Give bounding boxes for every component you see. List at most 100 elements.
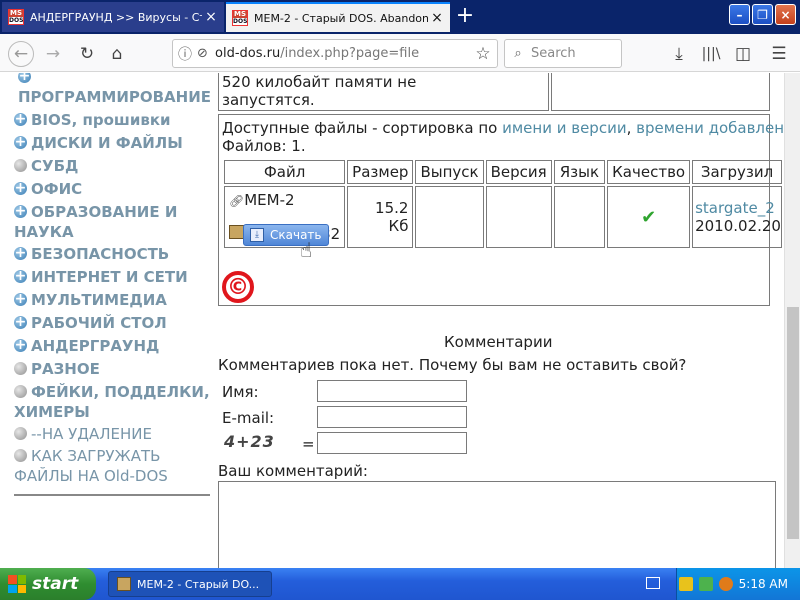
home-button[interactable]: ⌂ bbox=[104, 41, 130, 67]
sidebar-divider bbox=[14, 494, 210, 496]
search-tray-icon[interactable] bbox=[718, 577, 733, 591]
search-icon: ⌕ bbox=[514, 46, 522, 61]
sort-by-name-link[interactable]: имени и версии bbox=[502, 119, 626, 137]
sidebar-item-underground[interactable]: АНДЕРГРАУНД bbox=[14, 335, 210, 356]
expand-icon bbox=[14, 201, 27, 221]
comments-empty-text: Комментариев пока нет. Почему бы вам не … bbox=[218, 356, 687, 374]
menu-icon[interactable]: ☰ bbox=[766, 41, 792, 67]
url-text[interactable]: old-dos.ru/index.php?page=file bbox=[215, 46, 469, 61]
email-label: E-mail: bbox=[222, 409, 275, 427]
sidebar-item-office[interactable]: ОФИС bbox=[14, 178, 210, 199]
language-cell bbox=[553, 186, 606, 248]
forward-button[interactable]: → bbox=[40, 41, 66, 67]
name-field[interactable] bbox=[317, 380, 467, 402]
column-header: Загрузил bbox=[692, 160, 782, 184]
sidebar-item-how-to-upload[interactable]: КАК ЗАГРУЖАТЬ ФАЙЛЫ НА Old-DOS bbox=[14, 446, 210, 486]
sidebar-item-desktop[interactable]: РАБОЧИЙ СТОЛ bbox=[14, 312, 210, 333]
column-header: Файл bbox=[224, 160, 346, 184]
address-bar[interactable]: ⓘ ⊘ old-dos.ru/index.php?page=file ☆ bbox=[172, 39, 498, 68]
size-cell: 15.2 Кб bbox=[347, 186, 414, 248]
system-tray: 5:18 AM bbox=[676, 568, 800, 600]
files-count: Файлов: 1. bbox=[222, 137, 306, 155]
bullet-icon bbox=[14, 427, 27, 440]
info-icon[interactable]: ⓘ bbox=[173, 44, 197, 64]
bullet-icon bbox=[14, 449, 27, 462]
search-bar[interactable]: ⌕ Search bbox=[504, 39, 622, 68]
sidebar-item-education[interactable]: ОБРАЗОВАНИЕ ИНАУКА bbox=[14, 201, 210, 242]
sidebar-item-misc[interactable]: РАЗНОЕ bbox=[14, 359, 210, 379]
new-tab-button[interactable]: + bbox=[452, 4, 478, 30]
tab-andergraund[interactable]: MS DOS АНДЕРГРАУНД >> Вирусы - Стр × bbox=[2, 2, 224, 32]
maximize-button[interactable]: ❐ bbox=[752, 4, 773, 25]
clock[interactable]: 5:18 AM bbox=[739, 577, 788, 591]
uploader-link[interactable]: stargate_2 bbox=[695, 199, 775, 217]
comment-textarea[interactable] bbox=[218, 481, 776, 568]
sort-by-time-link[interactable]: времени добавления bbox=[636, 119, 784, 137]
captcha-equals: = bbox=[302, 435, 315, 453]
link-icon: 🔗︎ bbox=[229, 194, 245, 208]
download-button[interactable]: ⤓ Скачать bbox=[243, 224, 329, 246]
quality-check-icon: ✔ bbox=[607, 186, 691, 248]
security-shield-icon[interactable] bbox=[678, 577, 693, 591]
expand-icon[interactable] bbox=[18, 73, 32, 87]
downloads-icon[interactable]: ⤓ bbox=[666, 41, 692, 67]
expand-icon bbox=[14, 132, 27, 152]
bullet-icon bbox=[14, 362, 27, 375]
bookmark-star-icon[interactable]: ☆ bbox=[469, 44, 497, 64]
file-name-line[interactable]: 🔗︎MEM-2 bbox=[229, 191, 295, 209]
description-line: запустятся. bbox=[222, 91, 315, 109]
minimize-button[interactable]: – bbox=[729, 4, 750, 25]
tab-title: АНДЕРГРАУНД >> Вирусы - Стр bbox=[30, 10, 202, 24]
sidebar-item-disks[interactable]: ДИСКИ И ФАЙЛЫ bbox=[14, 132, 210, 153]
column-header: Качество bbox=[607, 160, 691, 184]
description-line: 520 килобайт памяти не bbox=[222, 73, 417, 91]
archive-icon bbox=[117, 577, 131, 591]
network-icon[interactable] bbox=[698, 577, 713, 591]
site-favicon-icon: MS DOS bbox=[8, 9, 24, 25]
column-header: Язык bbox=[553, 160, 606, 184]
close-window-button[interactable]: × bbox=[775, 4, 796, 25]
captcha-field[interactable] bbox=[317, 432, 467, 454]
email-field[interactable] bbox=[317, 406, 467, 428]
upload-date: 2010.02.20 bbox=[695, 217, 781, 235]
sidebar-item-multimedia[interactable]: МУЛЬТИМЕДИА bbox=[14, 289, 210, 310]
windows-logo-icon bbox=[8, 575, 26, 593]
sidebar-item-fakes[interactable]: ФЕЙКИ, ПОДДЕЛКИ, ХИМЕРЫ bbox=[14, 382, 210, 422]
close-tab-icon[interactable]: × bbox=[202, 9, 220, 25]
download-icon: ⤓ bbox=[250, 228, 264, 242]
uploader-cell: stargate_2 2010.02.20 bbox=[692, 186, 782, 248]
search-placeholder: Search bbox=[531, 46, 576, 61]
comments-heading: Комментарии bbox=[444, 333, 553, 351]
reload-button[interactable]: ↻ bbox=[74, 41, 100, 67]
noscript-icon[interactable]: ⊘ bbox=[197, 46, 215, 61]
file-name: MEM-2 bbox=[244, 191, 295, 209]
tab-bar: MS DOS АНДЕРГРАУНД >> Вирусы - Стр × MS DO… bbox=[0, 0, 800, 34]
tab-title: MEM-2 - Старый DOS. Abandonwa bbox=[254, 11, 428, 25]
expand-icon bbox=[14, 312, 27, 332]
keyboard-icon[interactable] bbox=[646, 577, 660, 589]
version-cell bbox=[485, 186, 552, 248]
taskbar-window-button[interactable]: MEM-2 - Старый DO... bbox=[108, 571, 272, 597]
expand-icon bbox=[14, 266, 27, 286]
release-cell bbox=[415, 186, 484, 248]
hand-cursor-icon: ☝ bbox=[300, 238, 313, 262]
library-icon[interactable]: |||\ bbox=[698, 41, 724, 67]
sidebar-item-dbms[interactable]: СУБД bbox=[14, 156, 210, 176]
sidebar-item-internet[interactable]: ИНТЕРНЕТ И СЕТИ bbox=[14, 266, 210, 287]
sidebar-item-programming[interactable]: ПРОГРАММИРОВАНИЕ bbox=[18, 87, 214, 107]
category-sidebar: ПРОГРАММИРОВАНИЕ BIOS, прошивки ДИСКИ И … bbox=[0, 73, 212, 568]
column-header: Размер bbox=[347, 160, 414, 184]
page-scrollbar[interactable] bbox=[784, 73, 800, 568]
start-button[interactable]: start bbox=[0, 568, 96, 600]
back-button[interactable]: ← bbox=[8, 41, 34, 67]
screenshot-cell bbox=[551, 73, 770, 111]
close-tab-icon[interactable]: × bbox=[428, 10, 446, 26]
expand-icon bbox=[14, 243, 27, 263]
window-controls: – ❐ × bbox=[729, 4, 796, 25]
sidebar-item-to-delete[interactable]: --НА УДАЛЕНИЕ bbox=[14, 424, 210, 444]
scrollbar-thumb[interactable] bbox=[787, 307, 799, 539]
sidebar-item-security[interactable]: БЕЗОПАСНОСТЬ bbox=[14, 243, 210, 264]
tab-mem2[interactable]: MS DOS MEM-2 - Старый DOS. Abandonwa × bbox=[226, 2, 450, 32]
sidebar-icon[interactable]: ◫ bbox=[730, 41, 756, 67]
sidebar-item-bios[interactable]: BIOS, прошивки bbox=[14, 109, 210, 130]
